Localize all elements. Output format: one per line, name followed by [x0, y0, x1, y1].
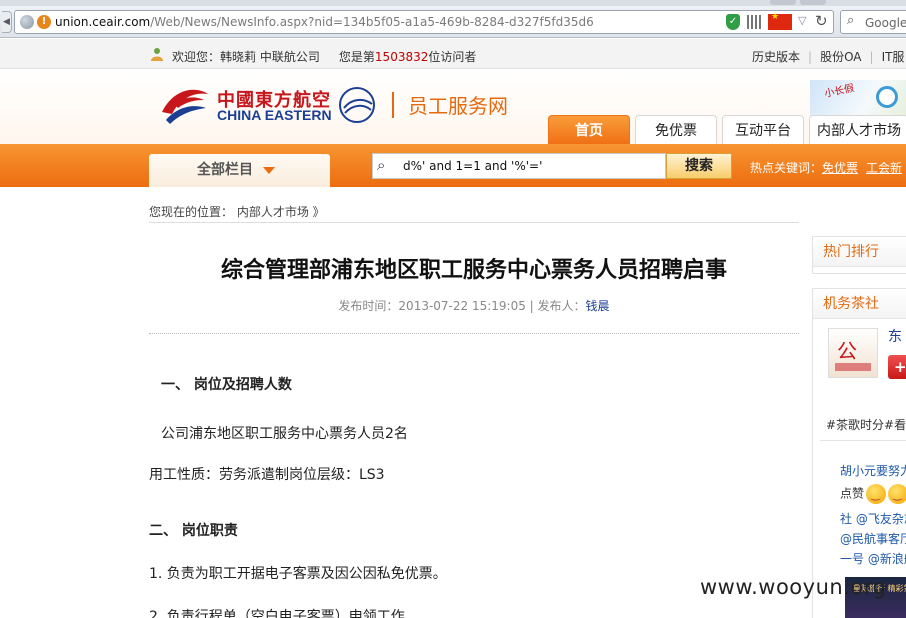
window-maximize-button[interactable] [800, 0, 826, 5]
url-path: /Web/News/NewsInfo.aspx?nid=134b5f05-a1a… [150, 15, 594, 29]
url-host: union.ceair.com [55, 15, 151, 29]
banner-text: 小长假 [823, 82, 856, 100]
site-name: 员工服务网 [392, 90, 508, 119]
hot-rank-title[interactable]: 热门排行 [813, 237, 906, 267]
article-divider [149, 333, 799, 334]
follow-button[interactable]: + [888, 355, 906, 379]
search-icon: ⌕ [377, 156, 386, 174]
hot-keyword-link[interactable]: 工会新 [866, 161, 902, 175]
globe-icon [20, 15, 34, 29]
browser-navbar: ◀ ! union.ceair.com/Web/News/NewsInfo.as… [0, 6, 906, 38]
weibo-hashtag[interactable]: #茶歌时分#看礼 [826, 416, 906, 433]
hot-rank-panel: 热门排行 [812, 236, 906, 274]
site-name-text: 员工服务网 [408, 94, 508, 118]
site-search-input[interactable]: ⌕ d%' and 1=1 and '%'=' [372, 153, 666, 179]
article-paragraph: 公司浦东地区职工服务中心票务人员2名 [161, 426, 408, 442]
orange-nav-bar: 全部栏目 ⌕ d%' and 1=1 and '%'=' 搜索 热点关键词：免优… [0, 144, 906, 187]
site-search-value: d%' and 1=1 and '%'=' [403, 159, 543, 173]
top-link-oa[interactable]: 股份OA [820, 50, 861, 64]
section-heading: 二、 岗位职责 [149, 523, 238, 539]
site-header: 中國東方航空 CHINA EASTERN 员工服务网 小长假 首页 免优票 互动… [0, 70, 906, 145]
url-text[interactable]: union.ceair.com/Web/News/NewsInfo.aspx?n… [55, 15, 594, 29]
skyteam-logo-icon [339, 87, 375, 123]
search-button[interactable]: 搜索 [666, 153, 732, 179]
window-minimize-button[interactable] [770, 0, 796, 5]
weibo-account-name[interactable]: 东 [888, 326, 902, 346]
top-links: 历史版本 | 股份OA | IT服 [752, 50, 905, 64]
address-bar[interactable]: ! union.ceair.com/Web/News/NewsInfo.aspx… [14, 10, 834, 34]
weibo-like-text: 点赞 [840, 486, 865, 501]
section-heading: 一、 岗位及招聘人数 [161, 377, 292, 393]
emoji-icon [866, 484, 887, 504]
tab-home[interactable]: 首页 [548, 115, 630, 145]
holiday-banner[interactable]: 小长假 [810, 80, 906, 116]
article-author[interactable]: 钱晨 [586, 299, 610, 313]
weibo-line: 点赞 [840, 484, 906, 504]
top-link-it[interactable]: IT服 [882, 50, 905, 64]
weibo-line[interactable]: @民航事客厅 [840, 530, 906, 547]
browser-search-placeholder: Google [865, 16, 906, 30]
breadcrumb-divider [149, 222, 799, 223]
hot-keyword-link[interactable]: 免优票 [822, 161, 858, 175]
qr-code-icon[interactable] [747, 15, 761, 29]
article-date: 发布时间：2013-07-22 15:19:05 | 发布人： [338, 299, 586, 313]
hot-keywords: 热点关键词：免优票 工会新 [750, 159, 906, 176]
user-icon [151, 48, 163, 61]
article-meta: 发布时间：2013-07-22 15:19:05 | 发布人：钱晨 [149, 297, 799, 314]
tab-interaction[interactable]: 互动平台 [722, 115, 804, 145]
user-bar: 欢迎您：韩晓莉 中联航公司 您是第1503832位访问者 历史版本 | 股份OA | I… [0, 39, 906, 69]
sidebar-divider [820, 440, 906, 441]
browser-search-box[interactable]: ⌕ Google [840, 10, 906, 34]
back-button[interactable]: ◀ [2, 11, 12, 33]
top-link-history[interactable]: 历史版本 [752, 50, 800, 64]
article-paragraph: 用工性质：劳务派遣制岗位层级：LS3 [149, 467, 385, 483]
all-columns-dropdown[interactable]: 全部栏目 [149, 154, 330, 187]
logo-english-text: CHINA EASTERN [217, 107, 332, 123]
visitor-number: 1503832 [374, 50, 429, 64]
article-paragraph: 2. 负责行程单（空白电子客票）申领工作 [149, 609, 405, 618]
tab-ticket[interactable]: 免优票 [635, 115, 717, 145]
weibo-line[interactable]: 社 @飞友杂志 [840, 510, 906, 527]
welcome-text: 欢迎您：韩晓莉 中联航公司 您是第1503832位访问者 [172, 48, 476, 65]
warning-icon[interactable]: ! [37, 15, 51, 29]
watermark: www.wooyun.org [700, 575, 887, 599]
emoji-icon [888, 484, 906, 504]
breadcrumb-label: 您现在的位置： [149, 205, 234, 219]
banner-circle-icon [876, 86, 898, 108]
weibo-line[interactable]: 一号 @新浪航 [840, 550, 906, 567]
chevron-down-icon [263, 166, 275, 174]
search-icon: ⌕ [847, 13, 855, 28]
hot-keywords-label: 热点关键词： [750, 161, 823, 175]
weibo-line[interactable]: 胡小元要努力 [840, 462, 906, 479]
visitor-prefix: 您是第 [338, 50, 375, 64]
article-title: 综合管理部浦东地区职工服务中心票务人员招聘启事 [220, 257, 727, 283]
all-columns-label: 全部栏目 [197, 162, 253, 178]
refresh-icon[interactable]: ↻ [815, 12, 828, 30]
tea-club-title[interactable]: 机务茶社 [813, 289, 906, 319]
article-paragraph: 1. 负责为职工开据电子客票及因公因私免优票。 [149, 566, 447, 582]
china-flag-icon[interactable] [768, 12, 792, 30]
tab-talent-market[interactable]: 内部人才市场 [809, 115, 906, 145]
dropdown-arrow-icon[interactable]: ▽ [798, 14, 806, 27]
welcome-user: 欢迎您：韩晓莉 中联航公司 [172, 50, 320, 64]
breadcrumb-link[interactable]: 内部人才市场 》 [237, 205, 325, 219]
breadcrumb: 您现在的位置： 内部人才市场 》 [149, 203, 325, 220]
shield-icon[interactable]: ✓ [726, 14, 740, 30]
avatar[interactable] [828, 328, 878, 378]
visitor-suffix: 位访问者 [428, 50, 477, 64]
china-eastern-logo-icon[interactable] [160, 84, 210, 126]
